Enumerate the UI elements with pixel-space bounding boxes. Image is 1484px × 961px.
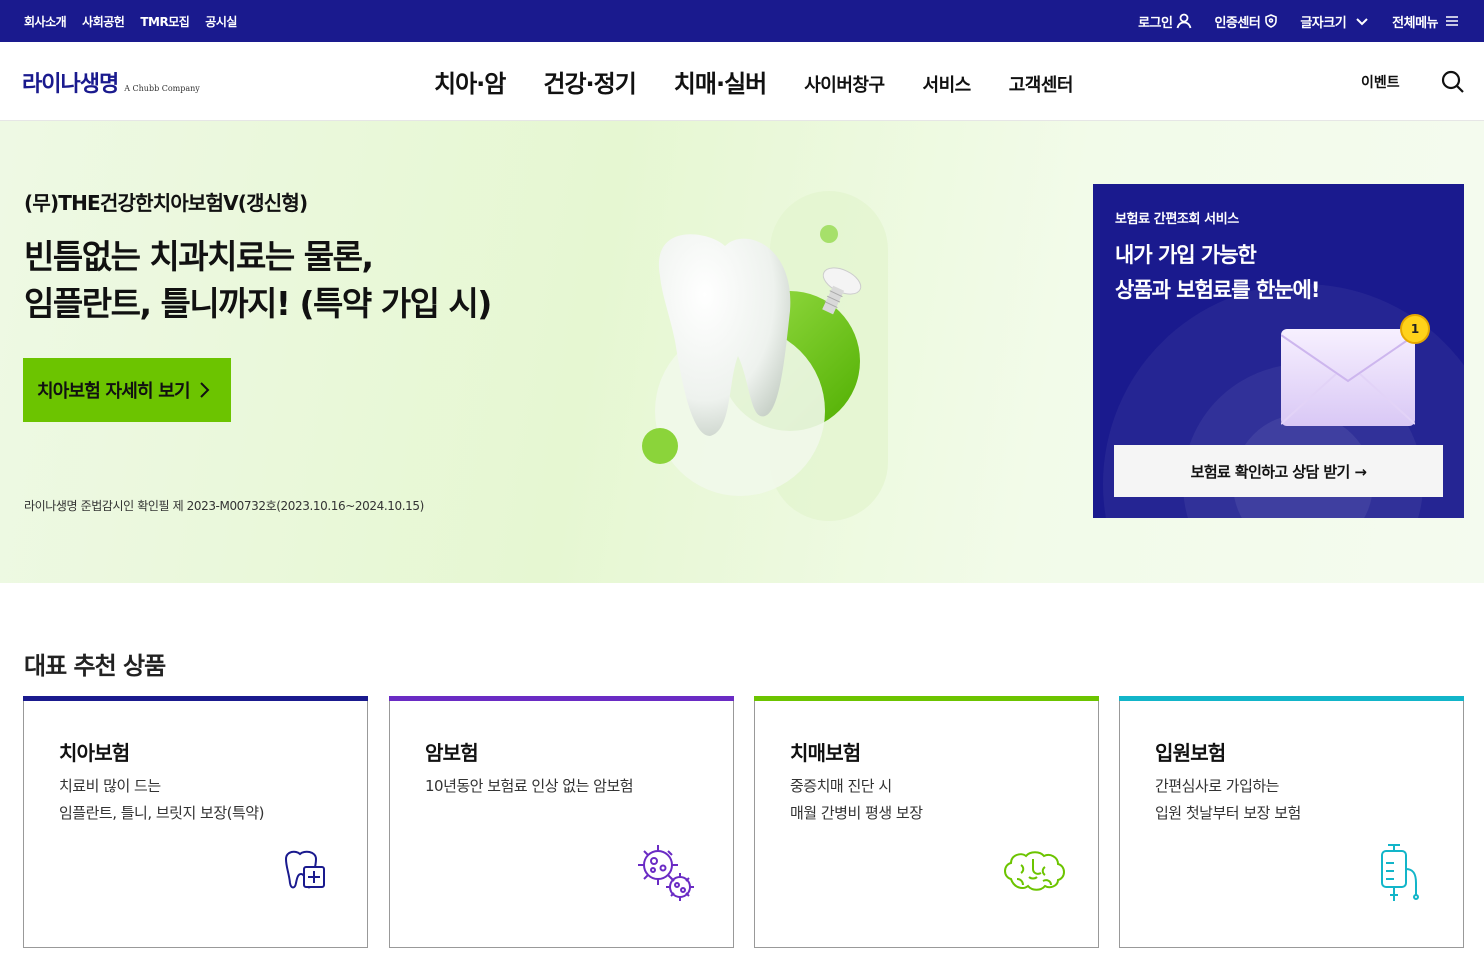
logo[interactable]: 라이나생명 A Chubb Company: [22, 66, 200, 98]
card-desc-line1: 간편심사로 가입하는: [1155, 777, 1279, 795]
chevron-down-icon: [1356, 18, 1368, 26]
card-accent-bar: [1119, 696, 1464, 701]
corporate-links: 회사소개 사회공헌 TMR모집 공시실: [24, 13, 253, 30]
utility-menu: 로그인 인증센터 글자크기 전체메뉴: [1116, 12, 1460, 31]
panel-title-line1: 내가 가입 가능한: [1115, 243, 1257, 267]
logo-subtitle: A Chubb Company: [124, 84, 200, 93]
auth-center-label: 인증센터: [1214, 15, 1261, 31]
auth-center-button[interactable]: 인증센터: [1214, 12, 1278, 31]
hero-headline-line1: 빈틈없는 치과치료는 물론,: [24, 237, 374, 276]
card-description: 치료비 많이 드는 임플란트, 틀니, 브릿지 보장(특약): [59, 773, 264, 827]
iv-drip-icon: [1381, 844, 1419, 901]
hero-headline: 빈틈없는 치과치료는 물론, 임플란트, 틀니까지! (특약 가입 시): [24, 233, 492, 327]
font-size-label: 글자크기: [1300, 15, 1347, 31]
virus-icon: [638, 845, 694, 901]
card-description: 10년동안 보험료 인상 없는 암보험: [425, 773, 634, 800]
premium-lookup-panel: 보험료 간편조회 서비스 내가 가입 가능한 상품과 보험료를 한눈에! 1 보…: [1093, 184, 1464, 518]
card-title: 치매보험: [790, 741, 861, 765]
dental-detail-button[interactable]: 치아보험 자세히 보기: [23, 358, 231, 422]
chevron-right-icon: [200, 382, 210, 398]
card-desc-line1: 중증치매 진단 시: [790, 777, 892, 795]
card-desc-line1: 10년동안 보험료 인상 없는 암보험: [425, 777, 634, 795]
login-button[interactable]: 로그인: [1138, 12, 1192, 31]
panel-title-line2: 상품과 보험료를 한눈에!: [1115, 278, 1320, 302]
user-icon: [1177, 13, 1192, 29]
event-link[interactable]: 이벤트: [1361, 72, 1400, 92]
envelope-icon: [1281, 329, 1415, 426]
product-card-dementia[interactable]: 치매보험 중증치매 진단 시 매월 간병비 평생 보장: [754, 696, 1099, 948]
compliance-note: 라이나생명 준법감시인 확인필 제 2023-M00732호(2023.10.1…: [24, 499, 424, 513]
card-description: 간편심사로 가입하는 입원 첫날부터 보장 보험: [1155, 773, 1301, 827]
shield-icon: [1265, 14, 1278, 28]
main-header: 라이나생명 A Chubb Company 치아·암 건강·정기 치매·실버 사…: [0, 42, 1484, 121]
panel-label: 보험료 간편조회 서비스: [1115, 212, 1239, 227]
panel-title: 내가 가입 가능한 상품과 보험료를 한눈에!: [1115, 238, 1320, 308]
nav-dementia-senior[interactable]: 치매·실버: [674, 64, 767, 99]
nav-dental-cancer[interactable]: 치아·암: [434, 64, 506, 99]
brain-icon: [1004, 851, 1065, 891]
main-nav: 치아·암 건강·정기 치매·실버 사이버창구 서비스 고객센터: [434, 42, 1111, 121]
nav-cyber-window[interactable]: 사이버창구: [804, 71, 885, 97]
card-accent-bar: [754, 696, 1099, 701]
hero-headline-line2: 임플란트, 틀니까지! (특약 가입 시): [24, 284, 492, 323]
hero-product-name: (무)THE건강한치아보험V(갱신형): [24, 191, 308, 215]
product-card-hospitalization[interactable]: 입원보험 간편심사로 가입하는 입원 첫날부터 보장 보험: [1119, 696, 1464, 948]
section-title: 대표 추천 상품: [24, 652, 166, 680]
product-card-cancer[interactable]: 암보험 10년동안 보험료 인상 없는 암보험: [389, 696, 734, 948]
card-desc-line1: 치료비 많이 드는: [59, 777, 161, 795]
link-social-contribution[interactable]: 사회공헌: [82, 13, 125, 30]
card-title: 입원보험: [1155, 741, 1226, 765]
nav-service[interactable]: 서비스: [923, 71, 972, 97]
top-utility-bar: 회사소개 사회공헌 TMR모집 공시실 로그인 인증센터 글자크기 전체메뉴: [0, 0, 1484, 42]
hamburger-icon: [1446, 16, 1458, 26]
card-desc-line2: 입원 첫날부터 보장 보험: [1155, 804, 1301, 822]
card-desc-line2: 매월 간병비 평생 보장: [790, 804, 923, 822]
card-desc-line2: 임플란트, 틀니, 브릿지 보장(특약): [59, 804, 264, 822]
card-description: 중증치매 진단 시 매월 간병비 평생 보장: [790, 773, 923, 827]
nav-health-term[interactable]: 건강·정기: [543, 64, 636, 99]
tooth-icon: [284, 850, 325, 889]
dental-detail-label: 치아보험 자세히 보기: [37, 381, 191, 402]
logo-brand: 라이나생명: [22, 72, 119, 97]
card-accent-bar: [23, 696, 368, 701]
card-title: 암보험: [425, 741, 479, 765]
notification-count: 1: [1410, 322, 1420, 336]
card-accent-bar: [389, 696, 734, 701]
notification-badge: 1: [1400, 314, 1430, 344]
full-menu-label: 전체메뉴: [1392, 15, 1438, 31]
premium-consult-button[interactable]: 보험료 확인하고 상담 받기 →: [1114, 445, 1443, 497]
product-card-dental[interactable]: 치아보험 치료비 많이 드는 임플란트, 틀니, 브릿지 보장(특약): [23, 696, 368, 948]
card-title: 치아보험: [59, 741, 130, 765]
link-disclosure[interactable]: 공시실: [205, 13, 237, 30]
nav-customer-center[interactable]: 고객센터: [1009, 71, 1074, 97]
search-icon[interactable]: [1440, 69, 1466, 95]
tooth-illustration: [642, 191, 888, 521]
link-company-intro[interactable]: 회사소개: [24, 13, 67, 30]
login-label: 로그인: [1138, 15, 1173, 31]
font-size-button[interactable]: 글자크기: [1300, 12, 1370, 31]
full-menu-button[interactable]: 전체메뉴: [1392, 12, 1460, 31]
link-tmr-recruit[interactable]: TMR모집: [140, 13, 189, 30]
